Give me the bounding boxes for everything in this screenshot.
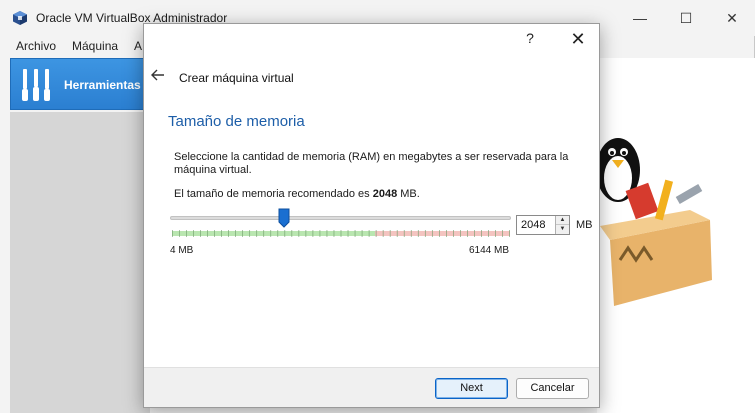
memory-spinbox[interactable]: 2048 ▲ ▼ xyxy=(516,215,570,235)
maximize-button[interactable]: ☐ xyxy=(663,0,709,36)
virtualbox-logo-icon xyxy=(13,11,27,25)
menu-bar: Archivo Máquina A xyxy=(0,36,150,56)
spin-up-icon[interactable]: ▲ xyxy=(556,216,569,225)
vm-list-panel xyxy=(10,112,150,413)
wizard-title: Crear máquina virtual xyxy=(179,71,294,85)
recommended-prefix: El tamaño de memoria recomendado es xyxy=(174,188,373,200)
memory-slider[interactable] xyxy=(170,208,512,242)
memory-unit-label: MB xyxy=(576,219,593,231)
tools-icon xyxy=(22,69,50,101)
memory-spinbox-value[interactable]: 2048 xyxy=(521,219,545,231)
dialog-footer: Next Cancelar xyxy=(144,367,599,407)
memory-description: Seleccione la cantidad de memoria (RAM) … xyxy=(174,151,569,176)
spin-down-icon[interactable]: ▼ xyxy=(556,225,569,234)
slider-ticks xyxy=(172,230,510,237)
back-arrow-icon[interactable] xyxy=(150,67,166,83)
cancel-button[interactable]: Cancelar xyxy=(516,378,589,399)
recommended-memory-text: El tamaño de memoria recomendado es 2048… xyxy=(174,188,420,200)
close-window-button[interactable]: ✕ xyxy=(709,0,755,36)
help-button[interactable]: ? xyxy=(520,30,540,50)
menu-archivo[interactable]: Archivo xyxy=(0,36,64,56)
spin-buttons: ▲ ▼ xyxy=(555,216,569,234)
recommended-suffix: MB. xyxy=(397,188,420,200)
minimize-button[interactable]: — xyxy=(617,0,663,36)
slider-track[interactable] xyxy=(170,216,511,220)
menu-maquina[interactable]: Máquina xyxy=(64,36,126,56)
slider-min-label: 4 MB xyxy=(170,245,194,256)
recommended-value: 2048 xyxy=(372,188,398,200)
next-button[interactable]: Next xyxy=(435,378,508,399)
slider-max-label: 6144 MB xyxy=(469,245,510,256)
tux-toolbox-illustration xyxy=(596,138,712,306)
tools-item[interactable]: Herramientas xyxy=(10,58,150,110)
slider-thumb-icon[interactable] xyxy=(278,208,290,228)
dialog-close-button[interactable]: ✕ xyxy=(568,29,588,49)
create-vm-dialog: ? ✕ Crear máquina virtual Tamaño de memo… xyxy=(143,23,600,408)
tools-label: Herramientas xyxy=(64,78,141,92)
page-heading: Tamaño de memoria xyxy=(168,113,305,130)
slider-scale xyxy=(172,229,510,237)
